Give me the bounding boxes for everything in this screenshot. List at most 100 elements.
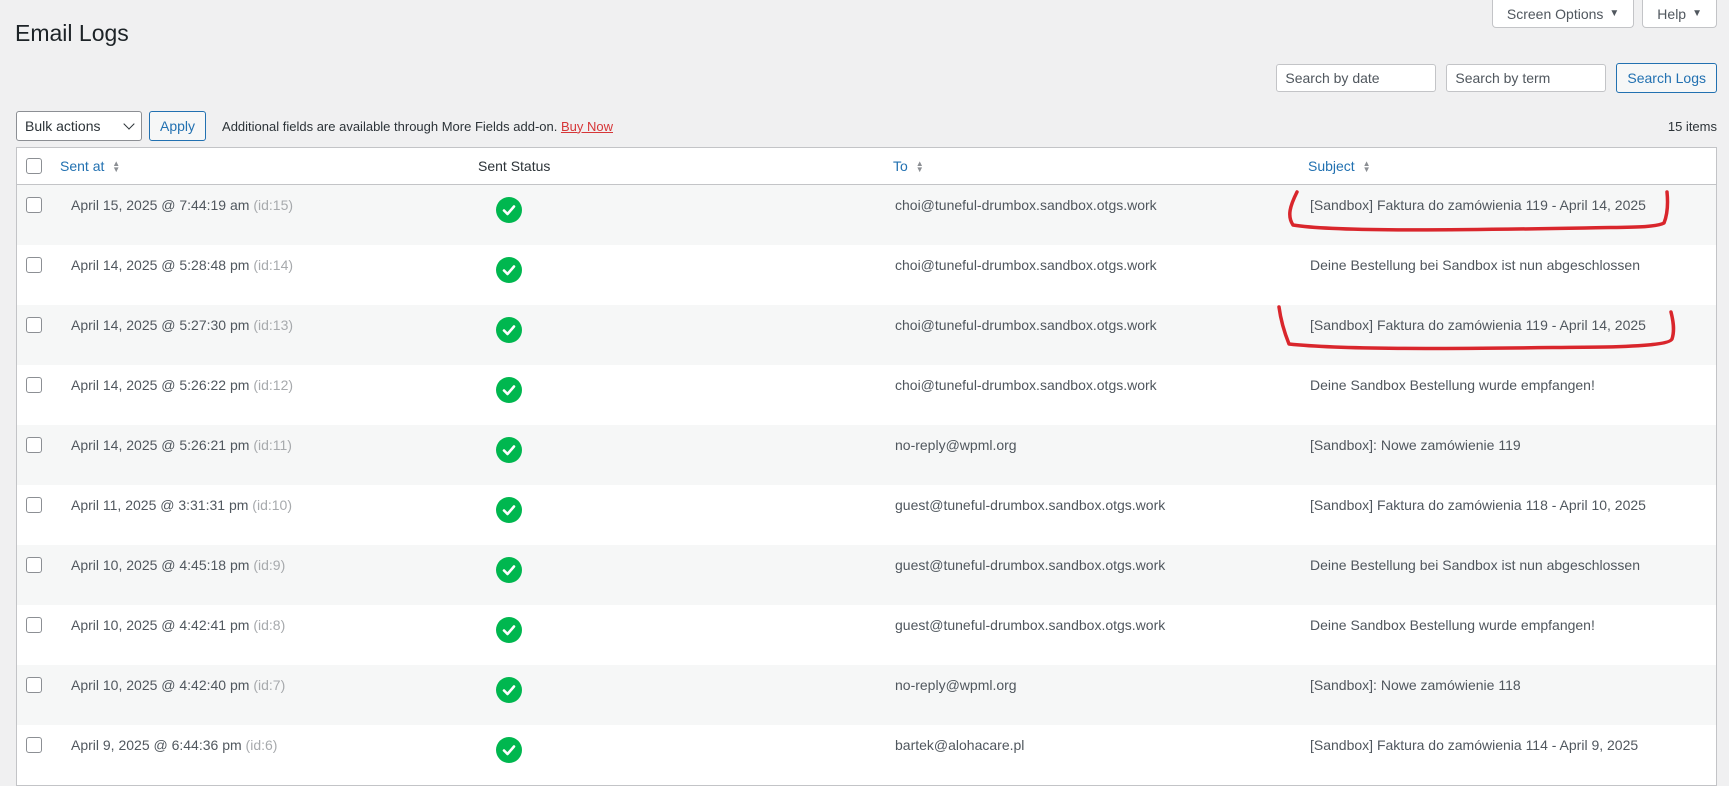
success-check-icon <box>496 736 522 763</box>
row-checkbox[interactable] <box>26 316 42 333</box>
to-value: guest@tuneful-drumbox.sandbox.otgs.work <box>895 616 1166 633</box>
column-sent-status-label: Sent Status <box>478 158 551 174</box>
help-button[interactable]: Help ▼ <box>1642 0 1717 28</box>
success-check-icon <box>496 436 522 463</box>
sent-at-cell: April 15, 2025 @ 7:44:19 am (id:15) <box>60 185 478 245</box>
bulk-actions-select[interactable]: Bulk actions <box>16 111 142 141</box>
column-to[interactable]: To ▲ ▼ <box>893 148 1308 185</box>
subject-value: [Sandbox]: Nowe zamówienie 119 <box>1310 436 1521 453</box>
sort-icon: ▲ ▼ <box>112 159 121 175</box>
sent-at-cell: April 10, 2025 @ 4:42:41 pm (id:8) <box>60 605 478 665</box>
subject-cell: [Sandbox] Faktura do zamówienia 118 - Ap… <box>1308 485 1716 545</box>
subject-cell: Deine Sandbox Bestellung wurde empfangen… <box>1308 365 1716 425</box>
subject-value: [Sandbox] Faktura do zamówienia 119 - Ap… <box>1310 197 1646 213</box>
to-cell: choi@tuneful-drumbox.sandbox.otgs.work <box>893 305 1308 365</box>
log-id: (id:12) <box>253 376 294 393</box>
apply-button[interactable]: Apply <box>149 111 207 141</box>
sent-at-cell: April 9, 2025 @ 6:44:36 pm (id:6) <box>60 725 478 785</box>
subject-cell: [Sandbox]: Nowe zamówienie 119 <box>1308 425 1716 485</box>
row-select-cell <box>17 605 60 665</box>
column-sent-status: Sent Status <box>478 148 893 185</box>
to-cell: guest@tuneful-drumbox.sandbox.otgs.work <box>893 485 1308 545</box>
log-id: (id:15) <box>253 197 294 213</box>
log-id: (id:10) <box>252 496 292 513</box>
search-logs-button[interactable]: Search Logs <box>1616 63 1717 93</box>
row-checkbox[interactable] <box>26 736 42 753</box>
screen-options-label: Screen Options <box>1506 5 1604 22</box>
tablenav-top: Bulk actions Apply Additional fields are… <box>16 111 1717 141</box>
column-subject[interactable]: Subject ▲ ▼ <box>1308 148 1716 185</box>
column-subject-label: Subject <box>1308 158 1355 174</box>
row-checkbox[interactable] <box>26 616 42 633</box>
success-check-icon <box>496 556 522 583</box>
row-checkbox[interactable] <box>26 256 42 273</box>
table-row: April 14, 2025 @ 5:26:21 pm (id:11) no-re… <box>17 424 1716 485</box>
select-all-checkbox[interactable] <box>26 158 42 174</box>
row-select-cell <box>17 485 60 545</box>
sent-at-cell: April 10, 2025 @ 4:45:18 pm (id:9) <box>60 545 478 605</box>
sent-at-value: April 9, 2025 @ 6:44:36 pm <box>71 736 242 753</box>
to-cell: guest@tuneful-drumbox.sandbox.otgs.work <box>893 605 1308 665</box>
row-select-cell <box>17 425 60 485</box>
search-row: Search Logs <box>1276 63 1717 93</box>
sent-at-value: April 10, 2025 @ 4:42:40 pm <box>71 676 250 693</box>
success-check-icon <box>496 496 522 523</box>
sent-at-cell: April 14, 2025 @ 5:26:22 pm (id:12) <box>60 365 478 425</box>
log-id: (id:9) <box>253 556 286 573</box>
column-to-label: To <box>893 158 908 174</box>
row-select-cell <box>17 305 60 365</box>
log-id: (id:13) <box>253 316 294 333</box>
sent-status-cell <box>478 365 893 425</box>
row-checkbox[interactable] <box>26 197 42 213</box>
row-checkbox[interactable] <box>26 496 42 513</box>
to-value: no-reply@wpml.org <box>895 436 1017 453</box>
caret-down-icon: ▼ <box>1692 8 1702 19</box>
sent-status-cell <box>478 425 893 485</box>
to-cell: no-reply@wpml.org <box>893 425 1308 485</box>
column-sent-at[interactable]: Sent at ▲ ▼ <box>60 148 478 185</box>
sent-at-value: April 15, 2025 @ 7:44:19 am <box>71 197 250 213</box>
to-cell: choi@tuneful-drumbox.sandbox.otgs.work <box>893 365 1308 425</box>
to-cell: guest@tuneful-drumbox.sandbox.otgs.work <box>893 545 1308 605</box>
bulk-actions-label: Bulk actions <box>25 118 101 134</box>
sent-at-value: April 11, 2025 @ 3:31:31 pm <box>71 496 249 513</box>
subject-value: Deine Sandbox Bestellung wurde empfangen… <box>1310 616 1595 633</box>
table-row: April 15, 2025 @ 7:44:19 am (id:15) choi@… <box>17 184 1716 245</box>
to-cell: no-reply@wpml.org <box>893 665 1308 725</box>
row-checkbox[interactable] <box>26 556 42 573</box>
column-sent-at-label: Sent at <box>60 158 105 174</box>
row-checkbox[interactable] <box>26 436 42 453</box>
success-check-icon <box>496 197 522 223</box>
table-header-row: Sent at ▲ ▼ Sent Status To ▲ ▼ Subject ▲ ▼ <box>17 148 1716 185</box>
addon-notice-text: Additional fields are available through … <box>222 118 558 134</box>
to-cell: choi@tuneful-drumbox.sandbox.otgs.work <box>893 185 1308 245</box>
buy-now-link[interactable]: Buy Now <box>561 119 613 134</box>
search-date-input[interactable] <box>1276 64 1437 92</box>
sent-status-cell <box>478 485 893 545</box>
search-term-input[interactable] <box>1446 64 1607 92</box>
sent-status-cell <box>478 305 893 365</box>
subject-cell: [Sandbox] Faktura do zamówienia 119 - Ap… <box>1308 185 1716 245</box>
help-label: Help <box>1657 5 1687 22</box>
sent-at-cell: April 14, 2025 @ 5:26:21 pm (id:11) <box>60 425 478 485</box>
sent-status-cell <box>478 725 893 785</box>
table-row: April 10, 2025 @ 4:42:40 pm (id:7) no-rep… <box>17 664 1716 725</box>
table-row: April 14, 2025 @ 5:27:30 pm (id:13) choi@… <box>17 304 1716 365</box>
screen-options-button[interactable]: Screen Options ▼ <box>1491 0 1635 28</box>
to-cell: choi@tuneful-drumbox.sandbox.otgs.work <box>893 245 1308 305</box>
chevron-down-icon <box>123 118 135 130</box>
row-checkbox[interactable] <box>26 676 42 693</box>
log-id: (id:6) <box>245 736 278 753</box>
table-row: April 14, 2025 @ 5:26:22 pm (id:12) choi@… <box>17 365 1716 425</box>
sent-at-cell: April 11, 2025 @ 3:31:31 pm (id:10) <box>60 485 478 545</box>
sent-at-cell: April 14, 2025 @ 5:28:48 pm (id:14) <box>60 245 478 305</box>
sent-at-value: April 14, 2025 @ 5:26:22 pm <box>71 376 250 393</box>
row-select-cell <box>17 245 60 305</box>
sent-status-cell <box>478 605 893 665</box>
select-all-cell <box>17 148 60 185</box>
success-check-icon <box>496 376 522 403</box>
success-check-icon <box>496 256 522 283</box>
items-count: 15 items <box>1667 118 1717 134</box>
to-value: guest@tuneful-drumbox.sandbox.otgs.work <box>895 496 1166 513</box>
row-checkbox[interactable] <box>26 376 42 393</box>
